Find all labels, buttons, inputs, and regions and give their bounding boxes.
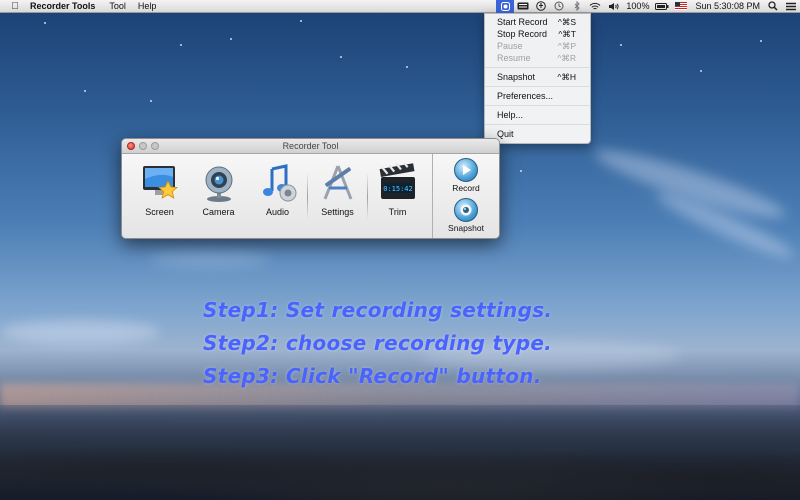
spotlight-icon[interactable]	[764, 0, 782, 13]
settings-tool-label: Settings	[321, 207, 354, 217]
play-icon	[454, 158, 478, 182]
minimize-button[interactable]	[139, 142, 147, 150]
recorder-tool-window: Recorder Tool Screen Camera Audio Settin…	[121, 138, 500, 239]
clapperboard-icon: 0:15:42	[379, 163, 415, 199]
recorder-dropdown-menu: Start Record ^⌘S Stop Record ^⌘T Pause ^⌘P …	[484, 13, 591, 144]
settings-tool-button[interactable]: Settings	[308, 154, 367, 238]
zoom-button[interactable]	[151, 142, 159, 150]
record-label: Record	[452, 183, 480, 193]
menu-tool[interactable]: Tool	[109, 1, 126, 11]
menu-item-help[interactable]: Help...	[485, 109, 590, 121]
window-title: Recorder Tool	[282, 141, 339, 151]
menu-separator	[485, 124, 590, 125]
camera-tool-button[interactable]: Camera	[189, 154, 248, 238]
menu-bar:  Recorder Tools Tool Help 100% S	[0, 0, 800, 13]
desktop-wallpaper	[0, 0, 800, 500]
webcam-icon	[205, 166, 232, 202]
battery-icon[interactable]	[653, 0, 671, 13]
instruction-step-1: Step1: Set recording settings.	[203, 298, 553, 322]
trim-tool-label: Trim	[388, 207, 407, 217]
screen-tool-button[interactable]: Screen	[130, 154, 189, 238]
menu-item-pause: Pause ^⌘P	[497, 41, 576, 51]
menu-item-start-record[interactable]: Start Record ^⌘S	[485, 16, 590, 28]
instructions: Step1: Set recording settings. Step2: ch…	[203, 294, 552, 393]
screen-tool-label: Screen	[145, 207, 174, 217]
bluetooth-icon[interactable]	[568, 0, 586, 13]
close-button[interactable]	[127, 142, 135, 150]
menu-help[interactable]: Help	[138, 1, 157, 11]
record-button[interactable]: Record	[452, 158, 480, 193]
menu-item-preferences[interactable]: Preferences...	[485, 90, 590, 102]
menu-item-quit[interactable]: Quit	[485, 128, 590, 140]
menu-separator	[485, 67, 590, 68]
accessibility-icon[interactable]	[532, 0, 550, 13]
time-machine-icon[interactable]	[550, 0, 568, 13]
menu-separator	[485, 86, 590, 87]
camera-lens-icon	[453, 198, 478, 222]
menu-clock[interactable]: Sun 5:30:08 PM	[695, 1, 760, 11]
menu-item-snapshot[interactable]: Snapshot ^⌘H	[485, 71, 590, 83]
apple-icon[interactable]: 	[0, 1, 30, 12]
app-menu[interactable]: Recorder Tools	[30, 1, 95, 11]
screen-star-icon	[142, 166, 178, 199]
audio-tool-button[interactable]: Audio	[248, 154, 307, 238]
trim-timecode: 0:15:42	[383, 185, 413, 193]
notification-list-icon[interactable]	[782, 0, 800, 13]
settings-tools-icon	[323, 165, 352, 200]
menu-item-resume: Resume ^⌘R	[497, 53, 576, 63]
snapshot-button[interactable]: Snapshot	[448, 198, 484, 233]
record-panel: Record Snapshot	[432, 154, 499, 238]
volume-icon[interactable]	[604, 0, 622, 13]
battery-percent[interactable]: 100%	[626, 1, 649, 11]
wifi-icon[interactable]	[586, 0, 604, 13]
music-note-icon	[262, 164, 296, 202]
audio-tool-label: Audio	[265, 207, 290, 217]
keyboard-icon[interactable]	[514, 0, 532, 13]
menu-separator	[485, 105, 590, 106]
camera-tool-label: Camera	[202, 207, 235, 217]
instruction-step-2: Step2: choose recording type.	[203, 331, 553, 355]
window-titlebar[interactable]: Recorder Tool	[122, 139, 499, 154]
recorder-status-icon[interactable]	[496, 0, 515, 13]
instruction-step-3: Step3: Click "Record" button.	[203, 364, 542, 388]
menu-item-stop-record[interactable]: Stop Record ^⌘T	[485, 28, 590, 40]
flag-icon[interactable]	[675, 2, 688, 10]
trim-tool-button[interactable]: 0:15:42 Trim	[368, 154, 427, 238]
snapshot-label: Snapshot	[448, 223, 484, 233]
